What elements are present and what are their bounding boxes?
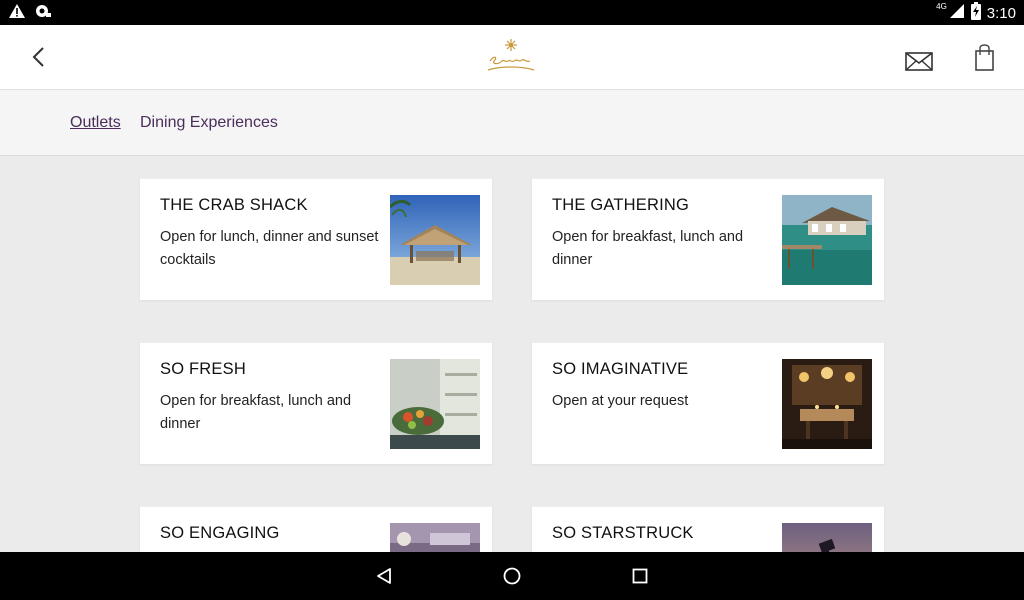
tab-outlets[interactable]: Outlets (70, 114, 121, 132)
app-bar (0, 25, 1024, 90)
observatory-dusk-photo (782, 523, 872, 552)
outlet-card[interactable]: SO IMAGINATIVE Open at your request (532, 341, 884, 464)
tab-bar: Outlets Dining Experiences (0, 90, 1024, 156)
fresh-produce-photo (390, 359, 480, 449)
message-button[interactable] (904, 51, 936, 73)
nav-back-button[interactable] (374, 566, 394, 586)
outlet-title: SO ENGAGING (160, 524, 280, 542)
nav-home-button[interactable] (502, 566, 522, 586)
resort-logo (484, 39, 538, 77)
nav-recents-icon (630, 568, 650, 590)
nav-back-icon (374, 568, 394, 590)
nav-home-icon (502, 567, 522, 590)
outlet-hours: Open for lunch, dinner and sunset cockta… (160, 229, 379, 268)
clock: 3:10 (986, 4, 1016, 22)
tab-dining-experiences[interactable]: Dining Experiences (140, 114, 278, 132)
outlet-list[interactable]: THE CRAB SHACK Open for lunch, dinner an… (0, 157, 1024, 552)
envelope-icon (904, 52, 936, 77)
status-bar: 4G 3:10 (0, 0, 1024, 25)
cooking-class-photo (390, 523, 480, 552)
back-button[interactable] (26, 43, 54, 71)
network-type: 4G (936, 2, 947, 11)
outlet-title: SO FRESH (160, 360, 246, 378)
signal-icon (949, 3, 965, 24)
battery-icon (970, 2, 981, 25)
nav-recents-button[interactable] (630, 566, 650, 586)
chevron-left-icon (26, 47, 54, 75)
shopping-bag-button[interactable] (972, 43, 998, 73)
warning-icon (8, 3, 26, 24)
outlet-card[interactable]: THE CRAB SHACK Open for lunch, dinner an… (140, 177, 492, 300)
system-nav-bar (0, 552, 1024, 600)
outlet-card[interactable]: SO FRESH Open for breakfast, lunch and d… (140, 341, 492, 464)
outlet-hours: Open for breakfast, lunch and dinner (160, 393, 352, 432)
outlet-title: SO IMAGINATIVE (552, 360, 689, 378)
outlet-hours: Open for breakfast, lunch and dinner (552, 229, 744, 268)
outlet-card[interactable]: SO ENGAGING (140, 505, 492, 552)
outlet-title: THE GATHERING (552, 196, 690, 214)
radio-icon (34, 3, 52, 24)
beach-hut-photo (390, 195, 480, 285)
candlelit-dinner-photo (782, 359, 872, 449)
outlet-title: THE CRAB SHACK (160, 196, 308, 214)
outlet-title: SO STARSTRUCK (552, 524, 694, 542)
outlet-hours: Open at your request (552, 393, 689, 409)
outlet-card[interactable]: THE GATHERING Open for breakfast, lunch … (532, 177, 884, 300)
shopping-bag-icon (972, 44, 998, 77)
overwater-pavilion-photo (782, 195, 872, 285)
outlet-card[interactable]: SO STARSTRUCK (532, 505, 884, 552)
